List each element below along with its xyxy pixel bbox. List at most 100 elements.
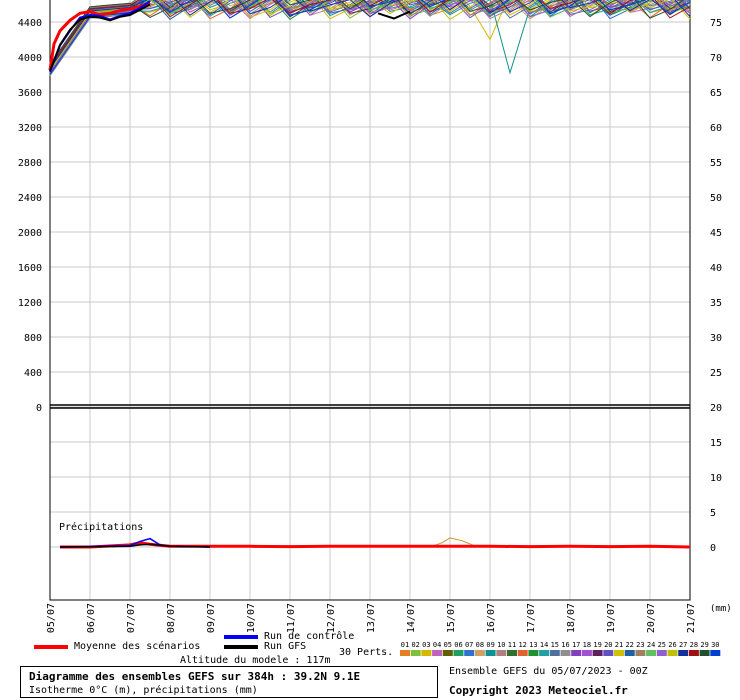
- right-tick-label: 70: [710, 53, 722, 64]
- right-tick-label: 45: [710, 228, 722, 239]
- perturbation-number: 21: [615, 641, 623, 649]
- x-tick-label: 11/07: [286, 603, 297, 633]
- chart-subtitle: Isotherme 0°C (m), précipitations (mm): [29, 685, 258, 696]
- perturbation-number: 08: [476, 641, 484, 649]
- perturbation-number: 15: [551, 641, 559, 649]
- x-tick-label: 19/07: [606, 603, 617, 633]
- left-tick-label: 3200: [18, 123, 42, 134]
- left-tick-label: 2000: [18, 228, 42, 239]
- copyright-label: Copyright 2023 Meteociel.fr: [449, 684, 628, 697]
- right-tick-label: 75: [710, 18, 722, 29]
- perturbation-swatch: [474, 650, 485, 656]
- right-tick-label: 60: [710, 123, 722, 134]
- perturbation-swatch: [678, 650, 689, 656]
- x-tick-label: 07/07: [126, 603, 137, 633]
- right-tick-label: 15: [710, 438, 722, 449]
- x-tick-label: 21/07: [686, 603, 697, 633]
- right-tick-label: 0: [710, 543, 716, 554]
- perturbation-number: 16: [561, 641, 569, 649]
- perturbation-swatch: [688, 650, 699, 656]
- x-tick-label: 05/07: [46, 603, 57, 633]
- perturbation-swatch: [710, 650, 721, 656]
- x-tick-label: 09/07: [206, 603, 217, 633]
- perturbation-number: 03: [422, 641, 430, 649]
- perturbation-number: 24: [647, 641, 655, 649]
- perturbation-number: 23: [636, 641, 644, 649]
- perturbation-number: 28: [690, 641, 698, 649]
- perturbation-number: 09: [486, 641, 494, 649]
- perturbation-swatch: [699, 650, 710, 656]
- perturbation-number: 04: [433, 641, 441, 649]
- perturbation-swatch: [635, 650, 646, 656]
- perturbation-swatch: [496, 650, 507, 656]
- perturbation-number: 19: [593, 641, 601, 649]
- right-tick-label: 30: [710, 333, 722, 344]
- perturbation-swatch: [464, 650, 475, 656]
- perturbation-number: 17: [572, 641, 580, 649]
- perturbation-swatch: [656, 650, 667, 656]
- perturbation-number: 30: [711, 641, 719, 649]
- right-tick-label: 55: [710, 158, 722, 169]
- right-tick-label: 10: [710, 473, 722, 484]
- perturbation-swatch: [442, 650, 453, 656]
- perturbation-number: 10: [497, 641, 505, 649]
- perturbation-swatch: [603, 650, 614, 656]
- x-tick-label: 16/07: [486, 603, 497, 633]
- perturbation-swatch: [560, 650, 571, 656]
- left-tick-label: 4400: [18, 18, 42, 29]
- altitude-label: Altitude du modele : 117m: [180, 655, 331, 666]
- x-tick-label: 10/07: [246, 603, 257, 633]
- left-tick-label: 1600: [18, 263, 42, 274]
- left-tick-label: 3600: [18, 88, 42, 99]
- perturbation-number: 18: [583, 641, 591, 649]
- perturbation-swatch: [421, 650, 432, 656]
- right-tick-label: 5: [710, 508, 716, 519]
- right-tick-label: 35: [710, 298, 722, 309]
- perturbation-swatch: [549, 650, 560, 656]
- left-tick-label: 2800: [18, 158, 42, 169]
- x-tick-label: 13/07: [366, 603, 377, 633]
- right-tick-label: 20: [710, 403, 722, 414]
- perturbation-swatch: [400, 650, 410, 656]
- perturbations-label: 30 Perts.: [339, 647, 394, 658]
- perturbation-number: 20: [604, 641, 612, 649]
- perturbation-swatch: [581, 650, 592, 656]
- precip-label: Précipitations: [59, 521, 143, 533]
- perturbation-swatch: [667, 650, 678, 656]
- perturbation-number: 06: [454, 641, 462, 649]
- perturbation-number: 11: [508, 641, 516, 649]
- left-tick-label: 2400: [18, 193, 42, 204]
- x-tick-label: 06/07: [86, 603, 97, 633]
- right-unit-label: (mm): [710, 604, 732, 614]
- x-tick-label: 20/07: [646, 603, 657, 633]
- perturbation-swatch: [528, 650, 539, 656]
- perturbation-number: 05: [444, 641, 452, 649]
- x-tick-label: 12/07: [326, 603, 337, 633]
- perturbation-number: 22: [625, 641, 633, 649]
- perturbation-swatch: [517, 650, 528, 656]
- perturbation-swatch: [624, 650, 635, 656]
- perturbation-number: 27: [679, 641, 687, 649]
- perturbation-swatch: [453, 650, 464, 656]
- ensemble-run-label: Ensemble GEFS du 05/07/2023 - 00Z: [449, 666, 648, 677]
- right-tick-label: 50: [710, 193, 722, 204]
- perturbation-number: 26: [668, 641, 676, 649]
- x-tick-label: 08/07: [166, 603, 177, 633]
- chart-title: Diagramme des ensembles GEFS sur 384h : …: [29, 670, 361, 683]
- left-tick-label: 800: [24, 333, 42, 344]
- left-tick-label: 0: [36, 403, 42, 414]
- perturbation-number: 13: [529, 641, 537, 649]
- perturbation-number: 14: [540, 641, 548, 649]
- legend-mean-label: Moyenne des scénarios: [74, 641, 201, 652]
- perturbation-swatch: [646, 650, 657, 656]
- perturbation-swatch: [410, 650, 421, 656]
- perturbation-swatch: [592, 650, 603, 656]
- perturbation-swatch: [614, 650, 624, 656]
- x-tick-label: 17/07: [526, 603, 537, 633]
- right-tick-label: 40: [710, 263, 722, 274]
- perturbation-number: 25: [658, 641, 666, 649]
- left-tick-label: 4000: [18, 53, 42, 64]
- x-tick-label: 15/07: [446, 603, 457, 633]
- perturbation-number: 12: [518, 641, 526, 649]
- ensemble-chart: 4400400036003200280024002000160012008004…: [18, 0, 732, 656]
